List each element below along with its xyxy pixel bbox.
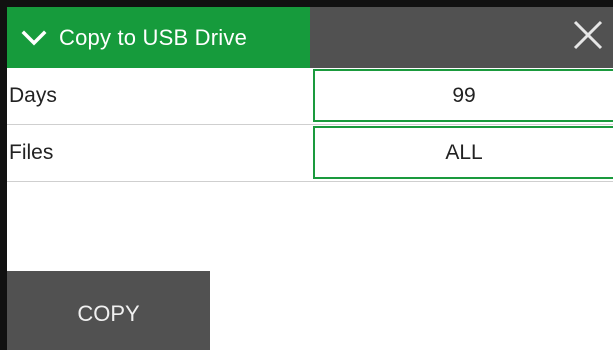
dialog-title: Copy to USB Drive — [59, 24, 248, 50]
chevron-down-icon[interactable] — [21, 28, 47, 48]
files-row: Files ALL — [7, 125, 613, 182]
close-icon — [571, 18, 605, 57]
days-label: Days — [9, 84, 57, 107]
title-tab[interactable]: Copy to USB Drive — [7, 7, 310, 68]
copy-button[interactable]: COPY — [7, 271, 210, 350]
title-bar: Copy to USB Drive — [7, 7, 613, 68]
close-button[interactable] — [563, 7, 613, 68]
days-value-field[interactable]: 99 — [313, 69, 613, 122]
days-row: Days 99 — [7, 68, 613, 125]
files-label: Files — [9, 141, 54, 164]
copy-to-usb-dialog: Copy to USB Drive Days 99 Files ALL COPY — [0, 0, 613, 350]
files-value-field[interactable]: ALL — [313, 126, 613, 179]
